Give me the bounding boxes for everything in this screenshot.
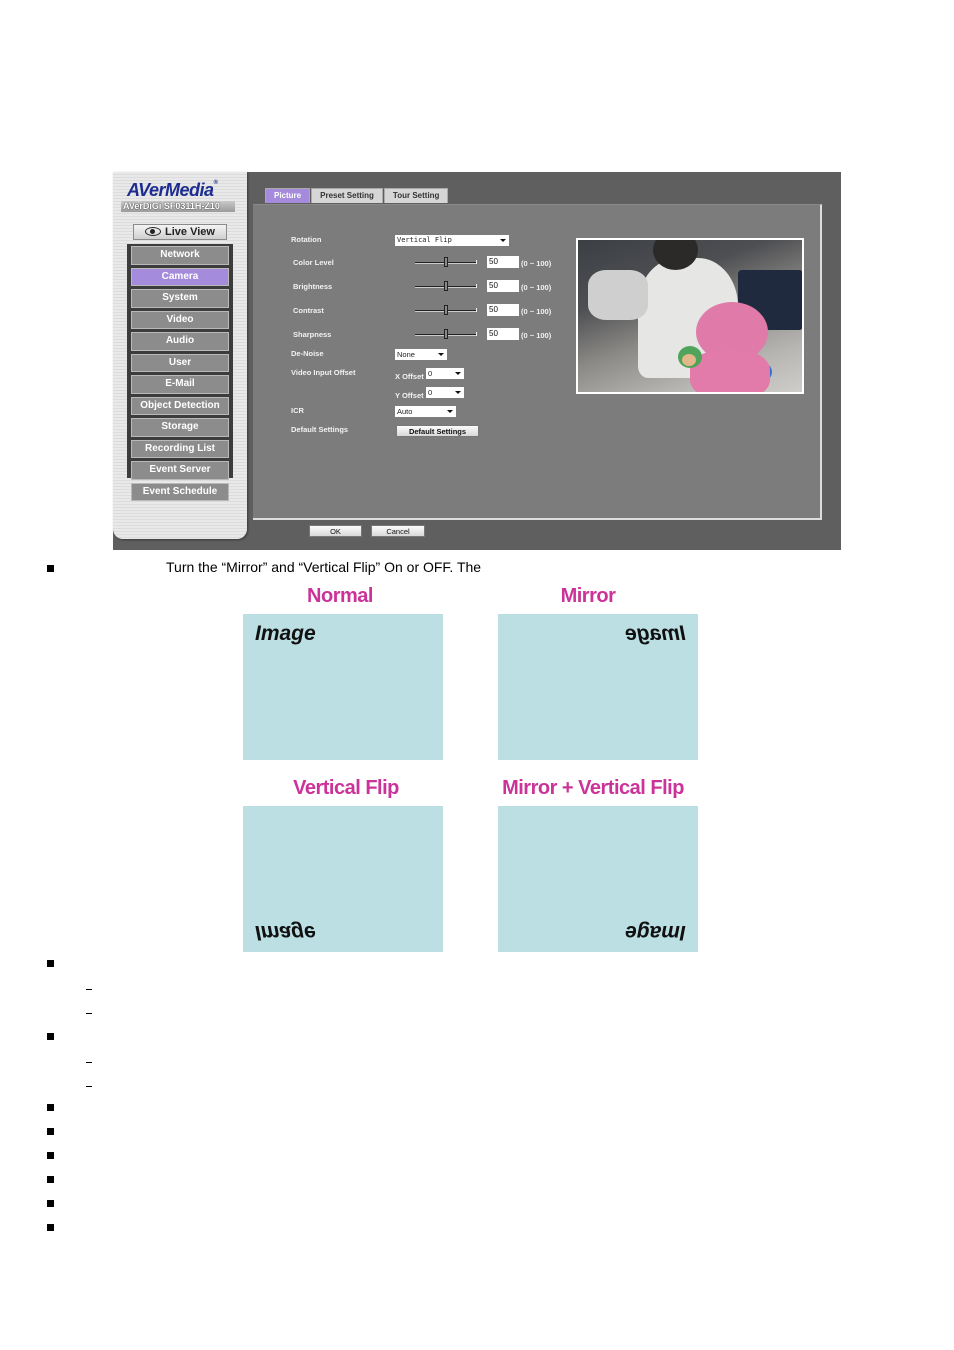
dash-icon xyxy=(86,1013,92,1014)
sharpness-input[interactable]: 50 xyxy=(487,328,519,340)
y-offset-select[interactable]: 0 xyxy=(426,387,464,398)
sidebar-item-recording-list[interactable]: Recording List xyxy=(131,439,229,458)
figure-sample-text-rotated: Image xyxy=(625,921,686,944)
x-offset-label: X Offset xyxy=(395,372,424,381)
bullet-icon xyxy=(47,1104,54,1111)
bullet-icon xyxy=(47,960,54,967)
sidebar-item-network[interactable]: Network xyxy=(131,246,229,265)
camera-preview xyxy=(576,238,804,394)
default-settings-button[interactable]: Default Settings xyxy=(396,425,479,437)
sidebar-item-event-server[interactable]: Event Server xyxy=(131,461,229,480)
contrast-slider[interactable] xyxy=(415,305,477,316)
brightness-label: Brightness xyxy=(293,282,333,291)
color-level-slider[interactable] xyxy=(415,257,477,268)
sharpness-slider[interactable] xyxy=(415,329,477,340)
tab-preset-setting[interactable]: Preset Setting xyxy=(311,188,383,203)
video-input-offset-label: Video Input Offset xyxy=(291,368,356,377)
sidebar-item-user[interactable]: User xyxy=(131,353,229,372)
rotation-select[interactable]: Vertical Flip xyxy=(395,235,509,246)
figure-title-mirror: Mirror xyxy=(560,585,616,607)
brightness-slider[interactable] xyxy=(415,281,477,292)
bullet-icon xyxy=(47,1128,54,1135)
live-view-button[interactable]: Live View xyxy=(133,224,227,240)
sidebar-item-video[interactable]: Video xyxy=(131,310,229,329)
figure-sample-text-flipped: Image xyxy=(255,921,316,944)
dash-icon xyxy=(86,989,92,990)
tab-bar: Picture Preset Setting Tour Setting xyxy=(265,188,449,203)
contrast-range: (0 ~ 100) xyxy=(521,307,552,316)
sidebar-item-event-schedule[interactable]: Event Schedule xyxy=(131,482,229,501)
sidebar-item-camera[interactable]: Camera xyxy=(131,267,229,286)
color-level-label: Color Level xyxy=(293,258,334,267)
sidebar: AVerMedia® AVerDiGi SF0311H-Z10 Live Vie… xyxy=(113,172,247,539)
chevron-down-icon xyxy=(455,391,461,394)
slider-thumb[interactable] xyxy=(444,305,448,315)
icr-select[interactable]: Auto xyxy=(395,406,456,417)
tab-picture[interactable]: Picture xyxy=(265,188,311,203)
figure-sample-text-mirrored: Image xyxy=(625,622,686,645)
rotation-label: Rotation xyxy=(291,235,322,244)
figure-title-normal: Normal xyxy=(307,585,373,607)
sidebar-item-system[interactable]: System xyxy=(131,289,229,308)
slider-thumb[interactable] xyxy=(444,257,448,267)
color-level-input[interactable]: 50 xyxy=(487,256,519,268)
bullet-icon xyxy=(47,1200,54,1207)
brightness-input[interactable]: 50 xyxy=(487,280,519,292)
preview-image xyxy=(578,240,802,392)
y-offset-label: Y Offset xyxy=(395,391,424,400)
bullet-icon xyxy=(47,1033,54,1040)
contrast-label: Contrast xyxy=(293,306,324,315)
sidebar-item-audio[interactable]: Audio xyxy=(131,332,229,351)
camera-settings-screenshot: AVerMedia® AVerDiGi SF0311H-Z10 Live Vie… xyxy=(113,172,841,550)
figure-panel-vertical-flip: Image xyxy=(243,806,443,952)
bullet-icon xyxy=(47,1152,54,1159)
sidebar-item-email[interactable]: E-Mail xyxy=(131,375,229,394)
slider-thumb[interactable] xyxy=(444,281,448,291)
tab-tour-setting[interactable]: Tour Setting xyxy=(383,188,449,203)
sharpness-label: Sharpness xyxy=(293,330,332,339)
model-label: AVerDiGi SF0311H-Z10 xyxy=(121,201,235,212)
contrast-input[interactable]: 50 xyxy=(487,304,519,316)
sharpness-range: (0 ~ 100) xyxy=(521,331,552,340)
cancel-button[interactable]: Cancel xyxy=(371,525,425,537)
default-settings-label: Default Settings xyxy=(291,425,349,434)
dash-icon xyxy=(86,1062,92,1063)
denoise-label: De-Noise xyxy=(291,349,324,358)
sidebar-item-object-detection[interactable]: Object Detection xyxy=(131,396,229,415)
dash-icon xyxy=(86,1086,92,1087)
eye-icon xyxy=(145,226,162,236)
x-offset-select[interactable]: 0 xyxy=(426,368,464,379)
color-level-range: (0 ~ 100) xyxy=(521,259,552,268)
sidebar-item-storage[interactable]: Storage xyxy=(131,418,229,437)
intro-text: Turn the “Mirror” and “Vertical Flip” On… xyxy=(166,559,482,575)
figure-panel-mirror: Image xyxy=(498,614,698,760)
figure-title-mirror-vertical-flip: Mirror + Vertical Flip xyxy=(502,777,684,799)
icr-label: ICR xyxy=(291,406,304,415)
ok-button[interactable]: OK xyxy=(309,525,362,537)
figure-panel-mirror-vertical-flip: Image xyxy=(498,806,698,952)
chevron-down-icon xyxy=(438,353,444,356)
bullet-icon xyxy=(47,565,54,572)
brand-logo: AVerMedia® xyxy=(127,180,218,200)
chevron-down-icon xyxy=(455,372,461,375)
figure-panel-normal: Image xyxy=(243,614,443,760)
figure-sample-text: Image xyxy=(255,622,316,645)
sidebar-menu: Network Camera System Video Audio User E… xyxy=(127,244,233,501)
bullet-icon xyxy=(47,1176,54,1183)
figure-title-vertical-flip: Vertical Flip xyxy=(293,777,399,799)
chevron-down-icon xyxy=(500,239,506,242)
chevron-down-icon xyxy=(447,410,453,413)
slider-thumb[interactable] xyxy=(444,329,448,339)
brightness-range: (0 ~ 100) xyxy=(521,283,552,292)
denoise-select[interactable]: None xyxy=(395,349,447,360)
bullet-icon xyxy=(47,1224,54,1231)
picture-settings-panel: Rotation Vertical Flip Color Level 50 (0… xyxy=(253,204,822,520)
